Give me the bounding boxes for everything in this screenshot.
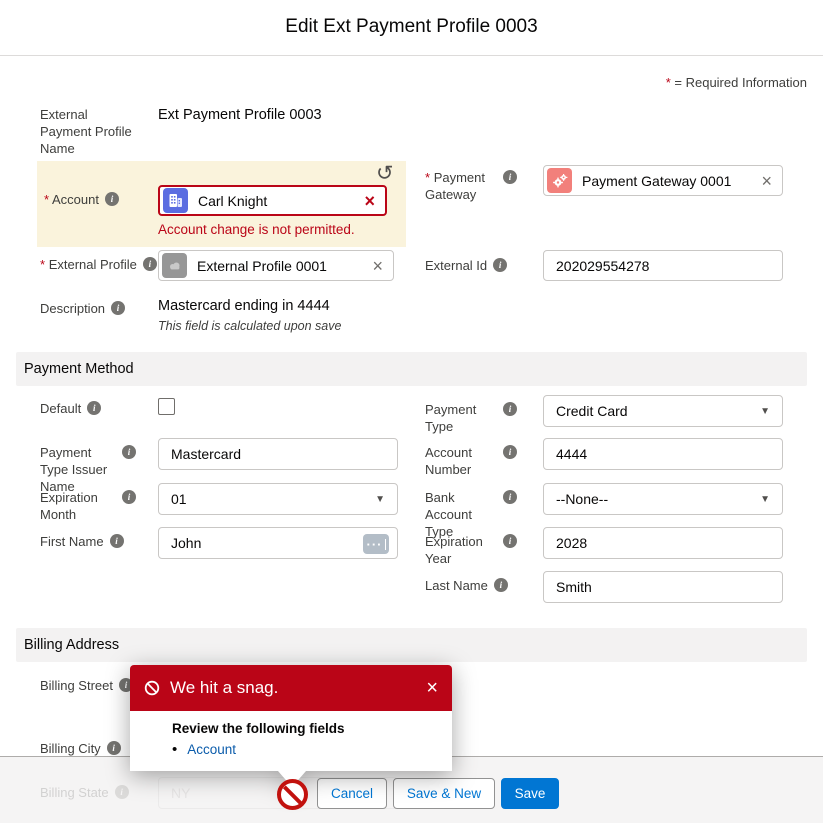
payment-type-select[interactable]: Credit Card ▼: [543, 395, 783, 427]
chevron-down-icon: ▼: [760, 406, 770, 417]
remove-external-profile-icon[interactable]: ×: [370, 257, 385, 275]
chevron-down-icon: ▼: [760, 494, 770, 505]
remove-account-icon[interactable]: ×: [362, 192, 377, 210]
default-label: Default i: [40, 400, 101, 417]
section-payment-method: Payment Method: [16, 352, 807, 386]
expiration-month-label: Expiration Month i: [40, 489, 136, 523]
description-value: Mastercard ending in 4444: [158, 298, 330, 314]
ban-icon: [144, 680, 160, 696]
error-popover-title: We hit a snag.: [170, 678, 416, 698]
billing-city-label: Billing City i: [40, 740, 121, 757]
autofill-icon[interactable]: ···: [363, 534, 389, 554]
info-icon[interactable]: i: [107, 741, 121, 755]
error-field-link-account[interactable]: Account: [187, 742, 236, 757]
info-icon[interactable]: i: [503, 402, 517, 416]
info-icon[interactable]: i: [493, 258, 507, 272]
error-popover-header: We hit a snag. ×: [130, 665, 452, 711]
error-field-item: • Account: [172, 742, 440, 757]
expiration-month-select[interactable]: 01 ▼: [158, 483, 398, 515]
save-and-new-button[interactable]: Save & New: [393, 778, 495, 809]
payment-type-label: Payment Type i: [425, 401, 517, 435]
external-profile-record-icon: [162, 253, 187, 278]
error-popover-body: Review the following fields • Account: [130, 711, 452, 771]
external-id-label: External Id i: [425, 257, 517, 274]
info-icon[interactable]: i: [105, 192, 119, 206]
info-icon[interactable]: i: [122, 445, 136, 459]
last-name-label: Last Name i: [425, 577, 517, 594]
required-asterisk: *: [666, 75, 671, 90]
account-pill-value: Carl Knight: [188, 193, 362, 209]
section-billing-address: Billing Address: [16, 628, 807, 662]
profile-name-value: Ext Payment Profile 0003: [158, 107, 322, 123]
payment-gateway-label: * Payment Gateway i: [425, 169, 517, 203]
account-number-label: Account Number i: [425, 444, 517, 478]
profile-name-label: External Payment Profile Name: [40, 106, 136, 157]
save-button[interactable]: Save: [501, 778, 559, 809]
expiration-year-input[interactable]: 2028: [543, 527, 783, 559]
billing-street-label: Billing Street i: [40, 677, 133, 694]
external-profile-lookup-pill[interactable]: External Profile 0001 ×: [158, 250, 394, 281]
bullet-icon: •: [172, 742, 177, 757]
required-information-note: * = Required Information: [666, 75, 807, 90]
info-icon[interactable]: i: [122, 490, 136, 504]
info-icon[interactable]: i: [143, 257, 157, 271]
info-icon[interactable]: i: [503, 170, 517, 184]
first-name-label: First Name i: [40, 533, 136, 550]
error-popover-heading: Review the following fields: [172, 721, 440, 736]
remove-payment-gateway-icon[interactable]: ×: [759, 172, 774, 190]
info-icon[interactable]: i: [111, 301, 125, 315]
close-icon[interactable]: ×: [426, 678, 438, 698]
account-number-input[interactable]: 4444: [543, 438, 783, 470]
account-record-icon: [163, 188, 188, 213]
info-icon[interactable]: i: [503, 490, 517, 504]
external-profile-pill-value: External Profile 0001: [187, 258, 370, 274]
description-label: Description i: [40, 300, 136, 317]
cancel-button[interactable]: Cancel: [317, 778, 387, 809]
description-helper-note: This field is calculated upon save: [158, 319, 341, 333]
account-label: * Account i: [44, 191, 144, 208]
undo-icon[interactable]: ↺: [376, 161, 394, 186]
issuer-name-label: Payment Type Issuer Name i: [40, 444, 136, 495]
payment-gateway-record-icon: [547, 168, 572, 193]
bank-account-type-select[interactable]: --None-- ▼: [543, 483, 783, 515]
last-name-input[interactable]: Smith: [543, 571, 783, 603]
payment-gateway-pill-value: Payment Gateway 0001: [572, 173, 759, 189]
chevron-down-icon: ▼: [375, 494, 385, 505]
error-popover: We hit a snag. × Review the following fi…: [130, 665, 452, 771]
page-title: Edit Ext Payment Profile 0003: [0, 16, 823, 38]
payment-gateway-lookup-pill[interactable]: Payment Gateway 0001 ×: [543, 165, 783, 196]
info-icon[interactable]: i: [87, 401, 101, 415]
external-profile-label: * External Profile i: [40, 256, 170, 273]
title-divider: [0, 55, 823, 56]
issuer-name-input[interactable]: Mastercard: [158, 438, 398, 470]
external-id-input[interactable]: 202029554278: [543, 250, 783, 281]
account-error-message: Account change is not permitted.: [158, 222, 355, 237]
first-name-input[interactable]: John ···: [158, 527, 398, 559]
not-allowed-cursor-icon: [277, 779, 308, 810]
default-checkbox[interactable]: [158, 398, 175, 415]
info-icon[interactable]: i: [503, 534, 517, 548]
expiration-year-label: Expiration Year i: [425, 533, 517, 567]
account-lookup-pill[interactable]: Carl Knight ×: [158, 185, 387, 216]
info-icon[interactable]: i: [494, 578, 508, 592]
edit-payment-profile-modal: Edit Ext Payment Profile 0003 * = Requir…: [0, 0, 823, 823]
info-icon[interactable]: i: [110, 534, 124, 548]
info-icon[interactable]: i: [503, 445, 517, 459]
